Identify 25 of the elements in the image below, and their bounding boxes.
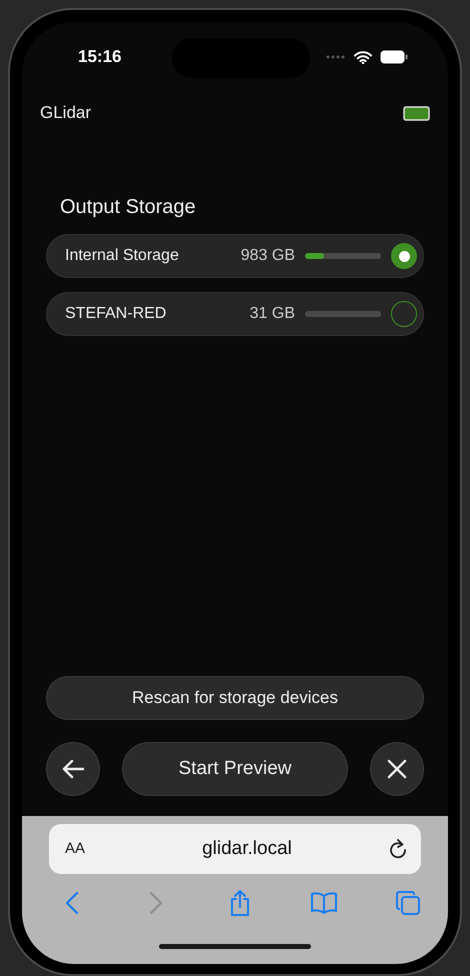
storage-option[interactable]: STEFAN-RED 31 GB	[46, 292, 424, 336]
signal-icon	[326, 55, 346, 59]
battery-icon	[380, 50, 408, 64]
device-size: 31 GB	[250, 304, 295, 324]
radio-button[interactable]	[391, 243, 417, 269]
clock-time: 15:16	[78, 46, 122, 68]
battery-icon	[403, 106, 430, 120]
rescan-button[interactable]: Rescan for storage devices	[46, 676, 424, 720]
wifi-icon	[354, 50, 372, 64]
reload-icon[interactable]	[389, 839, 407, 859]
radio-button[interactable]	[391, 301, 417, 327]
text-size-button[interactable]: AA	[65, 838, 105, 860]
url-text: glidar.local	[201, 836, 293, 861]
back-button[interactable]	[46, 742, 100, 796]
storage-option[interactable]: Internal Storage 983 GB	[46, 234, 424, 278]
device-name: Internal Storage	[65, 246, 180, 266]
close-button[interactable]	[370, 742, 424, 796]
section-title: Output Storage	[60, 195, 197, 220]
start-preview-button[interactable]: Start Preview	[122, 742, 348, 796]
device-name: STEFAN-RED	[65, 304, 168, 324]
app-title: GLidar	[40, 102, 92, 124]
address-bar[interactable]: AA glidar.local	[49, 824, 421, 874]
close-icon	[387, 759, 407, 779]
device-size: 983 GB	[240, 246, 295, 266]
arrow-left-icon	[61, 759, 85, 779]
